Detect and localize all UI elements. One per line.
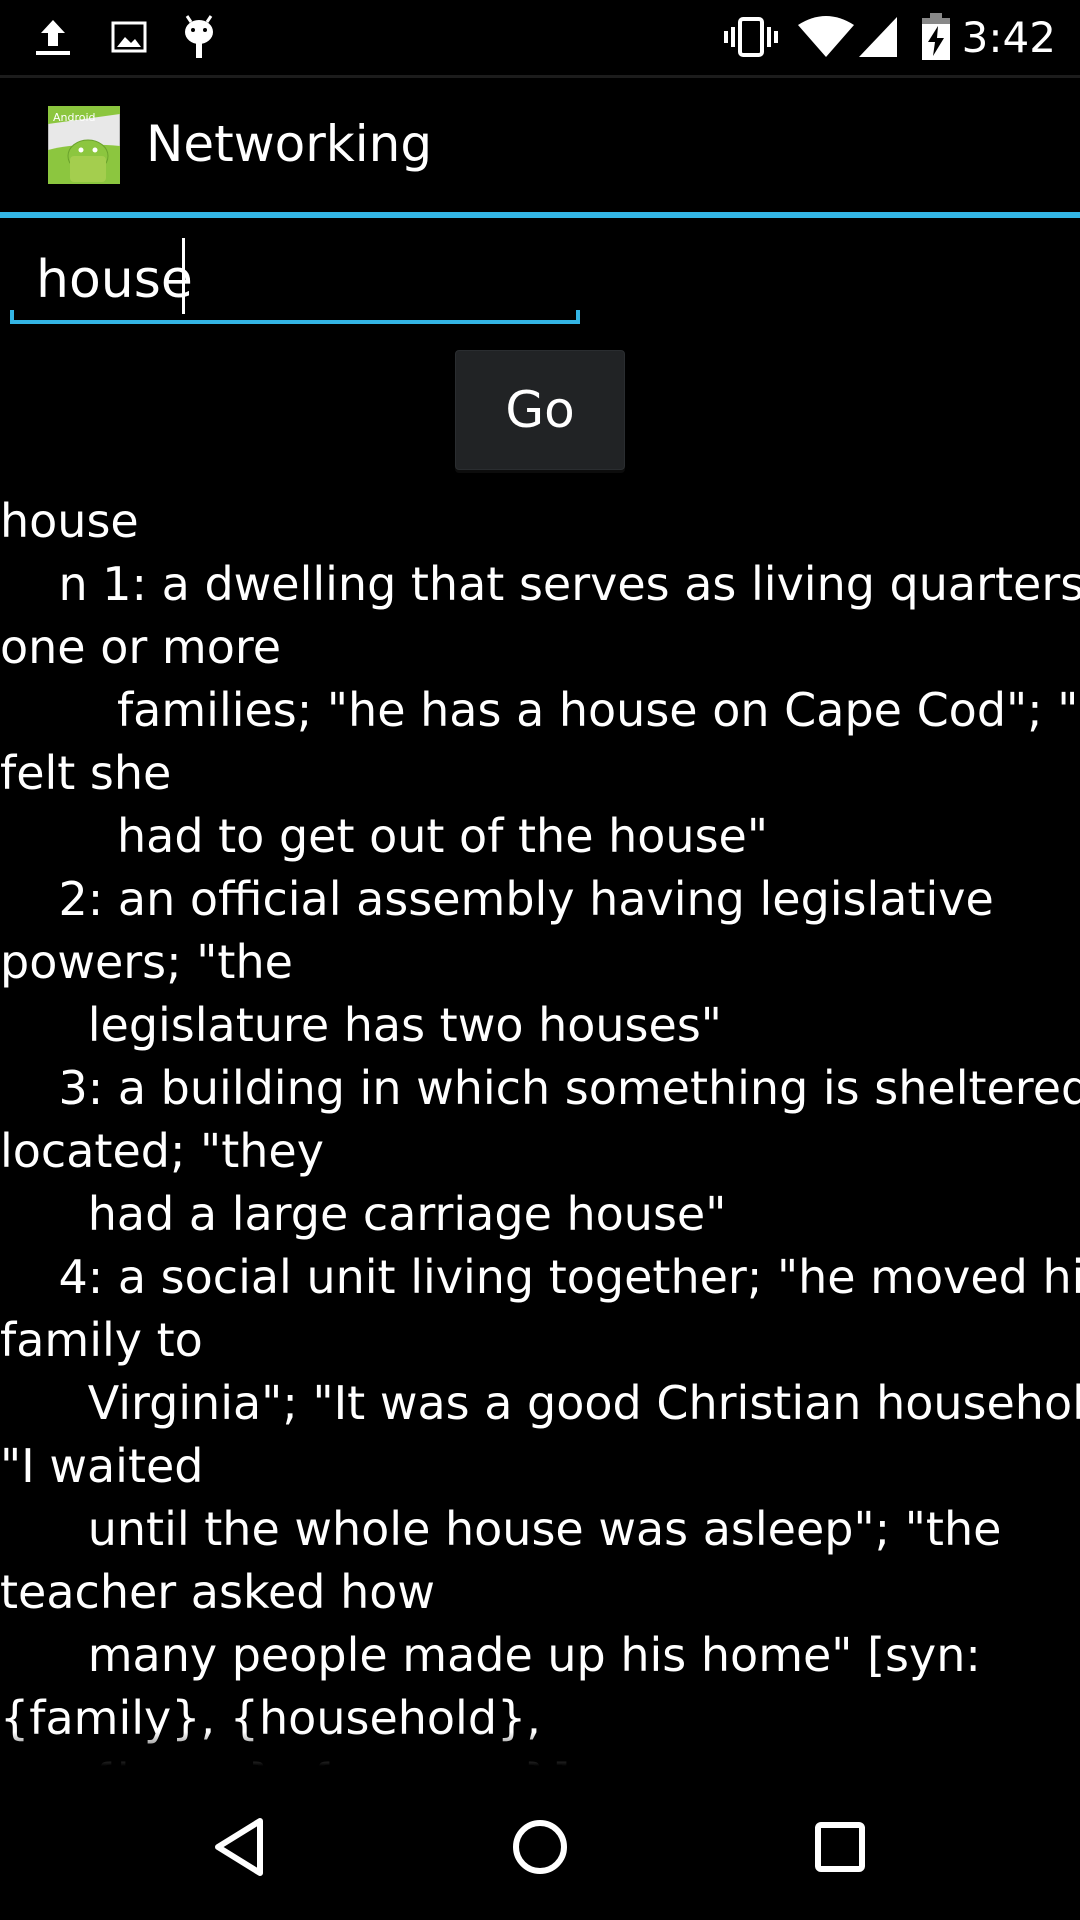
status-bar: 3:42 (0, 0, 1080, 75)
back-icon[interactable] (190, 1802, 290, 1892)
action-bar: Android Networking (0, 78, 1080, 212)
search-input[interactable] (10, 236, 580, 324)
result-scroll-area[interactable]: house n 1: a dwelling that serves as liv… (0, 490, 1080, 1772)
upload-icon (28, 12, 78, 62)
vibrate-icon (722, 12, 780, 62)
navigation-bar (0, 1772, 1080, 1920)
signal-icon (856, 12, 900, 62)
battery-charging-icon (918, 12, 954, 62)
app-icon[interactable]: Android (47, 105, 121, 185)
android-debug-icon (174, 12, 224, 62)
recents-icon[interactable] (790, 1802, 890, 1892)
image-icon (104, 12, 154, 62)
app-title: Networking (146, 115, 433, 173)
home-icon[interactable] (490, 1802, 590, 1892)
text-caret (182, 238, 185, 314)
action-bar-divider (0, 212, 1080, 218)
result-text: house n 1: a dwelling that serves as liv… (0, 494, 1080, 1772)
app-icon-label: Android (53, 111, 96, 124)
search-input-underline (10, 310, 580, 324)
clock: 3:42 (961, 13, 1056, 62)
result-fade (0, 1732, 1080, 1772)
go-button[interactable]: Go (455, 350, 625, 470)
wifi-icon (796, 12, 856, 62)
